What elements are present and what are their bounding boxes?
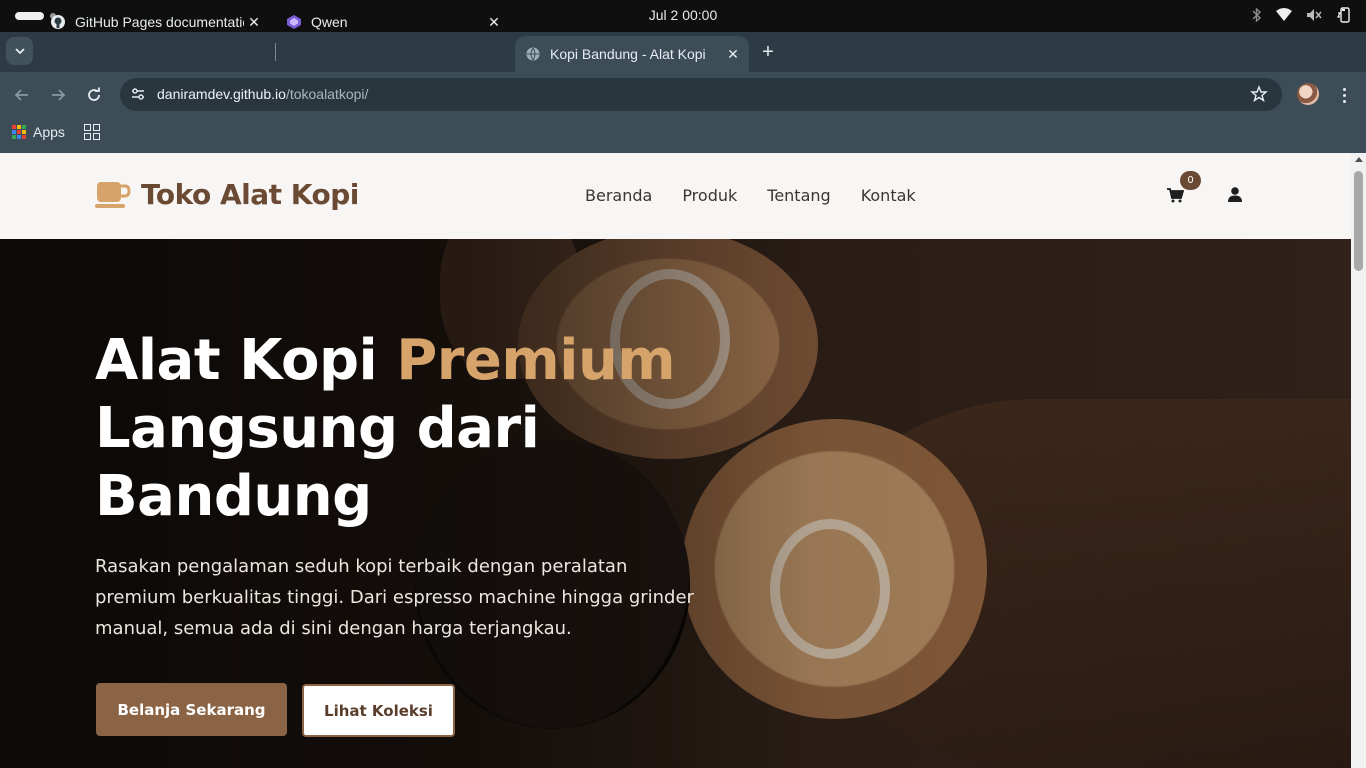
site-header: Toko Alat Kopi Beranda Produk Tentang Ko… (0, 153, 1351, 239)
cart-icon[interactable] (1167, 188, 1184, 203)
hero-description: Rasakan pengalaman seduh kopi terbaik de… (95, 556, 694, 639)
close-tab-icon[interactable]: ✕ (723, 44, 743, 64)
logo-text: Toko Alat Kopi (141, 178, 359, 211)
scroll-up-arrow[interactable] (1355, 157, 1363, 162)
close-tab-icon[interactable]: ✕ (244, 12, 264, 32)
tab-kopi-bandung[interactable]: Kopi Bandung - Alat Kopi ✕ (515, 36, 749, 72)
tab-github-pages[interactable]: GitHub Pages documentatio ✕ (40, 4, 270, 40)
new-tab-button[interactable]: + (757, 41, 779, 63)
url-text[interactable]: daniramdev.github.io/tokoalatkopi/ (157, 86, 368, 102)
bookmark-apps[interactable]: Apps (12, 124, 65, 140)
hero-section: Alat Kopi Premium Langsung dari Bandung Ra… (0, 239, 1351, 768)
arrow-right-icon (52, 89, 66, 101)
site-logo[interactable]: Toko Alat Kopi (95, 178, 359, 211)
nav-item-tentang[interactable]: Tentang (767, 186, 830, 205)
globe-icon (525, 46, 541, 62)
shop-now-button[interactable]: Belanja Sekarang (96, 683, 287, 736)
bookmark-star-icon[interactable] (1250, 85, 1268, 103)
coffee-cup-icon (95, 181, 131, 208)
nav-item-beranda[interactable]: Beranda (585, 186, 652, 205)
tab-title: Qwen (311, 14, 348, 30)
page-viewport: Alat Kopi Premium Langsung dari Bandung Ra… (0, 153, 1351, 768)
profile-avatar[interactable] (1297, 83, 1319, 105)
url-host: daniramdev.github.io (157, 86, 286, 102)
user-icon[interactable] (1228, 187, 1242, 202)
page-scrollbar[interactable] (1351, 153, 1366, 768)
wifi-icon[interactable] (1276, 8, 1292, 22)
browser-menu-icon[interactable] (1334, 84, 1354, 106)
github-icon (50, 14, 66, 30)
chevron-down-icon (14, 48, 25, 54)
hero-title-accent: Premium (396, 328, 676, 393)
hero-title: Alat Kopi Premium Langsung dari Bandung (95, 327, 676, 531)
hero-title-line3: Bandung (95, 464, 372, 529)
reload-icon (88, 87, 100, 101)
reload-button[interactable] (82, 83, 106, 107)
cart-count-badge: 0 (1180, 171, 1201, 190)
volume-muted-icon[interactable] (1306, 8, 1322, 22)
tab-title: Kopi Bandung - Alat Kopi (550, 46, 706, 62)
main-nav: Beranda Produk Tentang Kontak (585, 186, 916, 205)
bookmarks-bar: Apps (0, 117, 1366, 153)
arrow-left-icon (14, 89, 28, 101)
nav-item-produk[interactable]: Produk (682, 186, 737, 205)
system-tray[interactable] (1252, 7, 1352, 23)
scroll-thumb[interactable] (1354, 171, 1363, 271)
tab-divider (275, 43, 276, 61)
apps-grid-icon (12, 125, 26, 139)
forward-button[interactable] (46, 83, 70, 107)
hero-title-part1: Alat Kopi (95, 328, 397, 393)
browser-toolbar: daniramdev.github.io/tokoalatkopi/ (0, 72, 1366, 117)
tab-search-button[interactable] (6, 37, 33, 65)
bookmark-label: Apps (33, 124, 65, 140)
url-path: /tokoalatkopi/ (285, 86, 369, 102)
tab-groups-icon[interactable] (84, 124, 100, 140)
hero-title-line2: Langsung dari (95, 396, 540, 461)
bluetooth-icon[interactable] (1252, 7, 1262, 23)
nav-item-kontak[interactable]: Kontak (861, 186, 916, 205)
battery-icon[interactable] (1336, 7, 1352, 23)
close-tab-icon[interactable]: ✕ (484, 12, 504, 32)
site-settings-icon[interactable] (130, 86, 146, 102)
view-collection-button[interactable]: Lihat Koleksi (302, 684, 455, 737)
qwen-icon (286, 14, 302, 30)
tab-qwen[interactable]: Qwen ✕ (276, 4, 510, 40)
address-bar[interactable]: daniramdev.github.io/tokoalatkopi/ (120, 78, 1282, 111)
tab-title: GitHub Pages documentatio (75, 14, 244, 30)
back-button[interactable] (10, 83, 34, 107)
